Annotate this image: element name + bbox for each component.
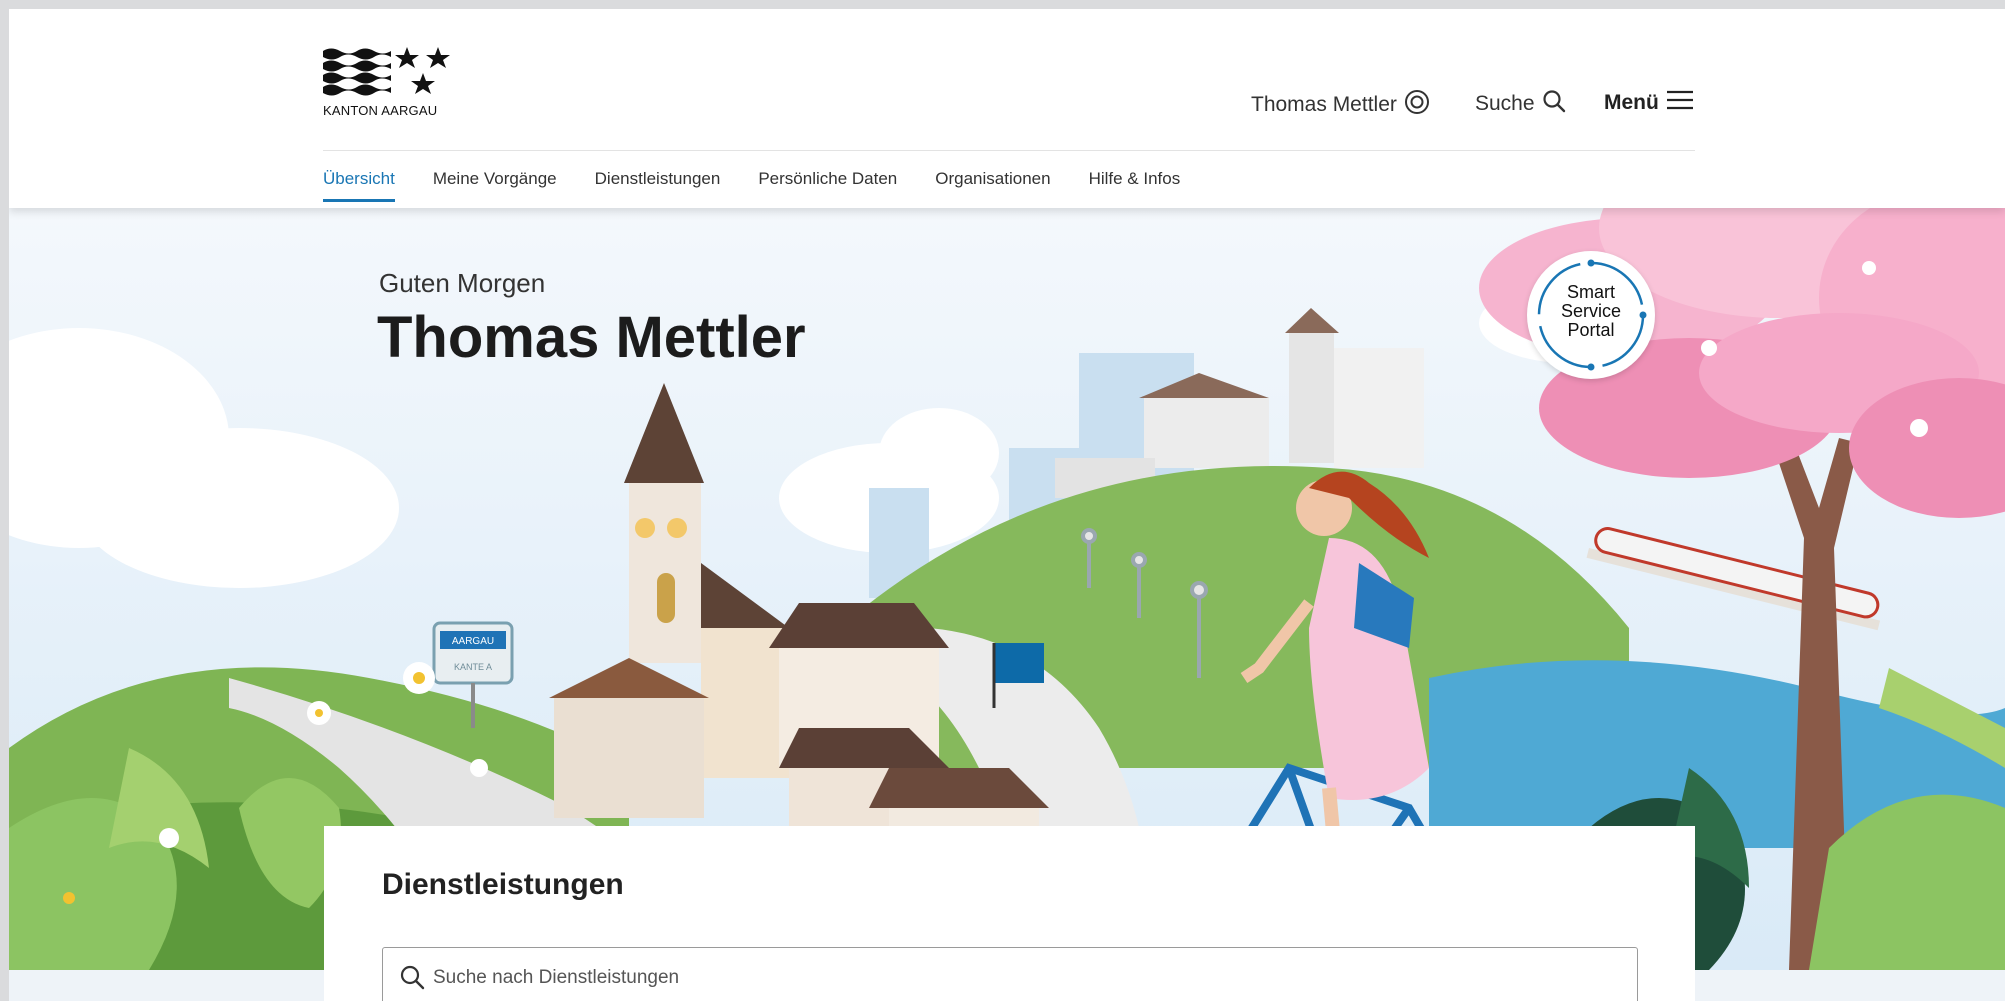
logo-wordmark: KANTON AARGAU <box>323 103 438 118</box>
nav-tab-organisationen[interactable]: Organisationen <box>935 169 1050 200</box>
user-name: Thomas Mettler <box>1251 93 1397 116</box>
services-card: Dienstleistungen <box>324 826 1695 1001</box>
nav-tab-uebersicht[interactable]: Übersicht <box>323 169 395 202</box>
nav-tab-dienstleistungen[interactable]: Dienstleistungen <box>595 169 721 200</box>
main-navigation: Übersicht Meine Vorgänge Dienstleistunge… <box>323 169 1218 202</box>
search-label: Suche <box>1475 92 1535 115</box>
header-search-button[interactable]: Suche <box>1475 89 1566 119</box>
sign-bottom-text: KANTE A <box>454 662 492 672</box>
search-icon <box>399 964 425 995</box>
user-account-button[interactable]: Thomas Mettler <box>1251 89 1430 121</box>
kanton-aargau-logo[interactable]: KANTON AARGAU <box>323 45 473 125</box>
greeting-text: Guten Morgen <box>379 268 546 298</box>
badge-label: Smart Service Portal <box>1560 282 1622 340</box>
smart-service-portal-badge: Smart Service Portal <box>1527 251 1655 379</box>
menu-button[interactable]: Menü <box>1604 89 1694 117</box>
user-greeting-name: Thomas Mettler <box>377 305 806 370</box>
portal-page: KANTON AARGAU Thomas Mettler Suche Menü … <box>9 9 2005 1001</box>
services-search-box[interactable] <box>382 947 1638 1001</box>
nav-tab-meine-vorgaenge[interactable]: Meine Vorgänge <box>433 169 557 200</box>
header-divider <box>323 150 1695 151</box>
nav-tab-persoenliche-daten[interactable]: Persönliche Daten <box>758 169 897 200</box>
sign-top-text: AARGAU <box>452 636 494 647</box>
hamburger-icon <box>1666 89 1694 117</box>
menu-label: Menü <box>1604 91 1659 114</box>
user-circle-icon <box>1404 89 1430 121</box>
site-header: KANTON AARGAU Thomas Mettler Suche Menü … <box>9 9 2005 208</box>
nav-tab-hilfe-infos[interactable]: Hilfe & Infos <box>1089 169 1181 200</box>
services-search-input[interactable] <box>431 960 1615 996</box>
services-title: Dienstleistungen <box>382 868 624 901</box>
search-icon <box>1542 89 1566 119</box>
aargau-coat-of-arms-icon <box>323 47 450 96</box>
